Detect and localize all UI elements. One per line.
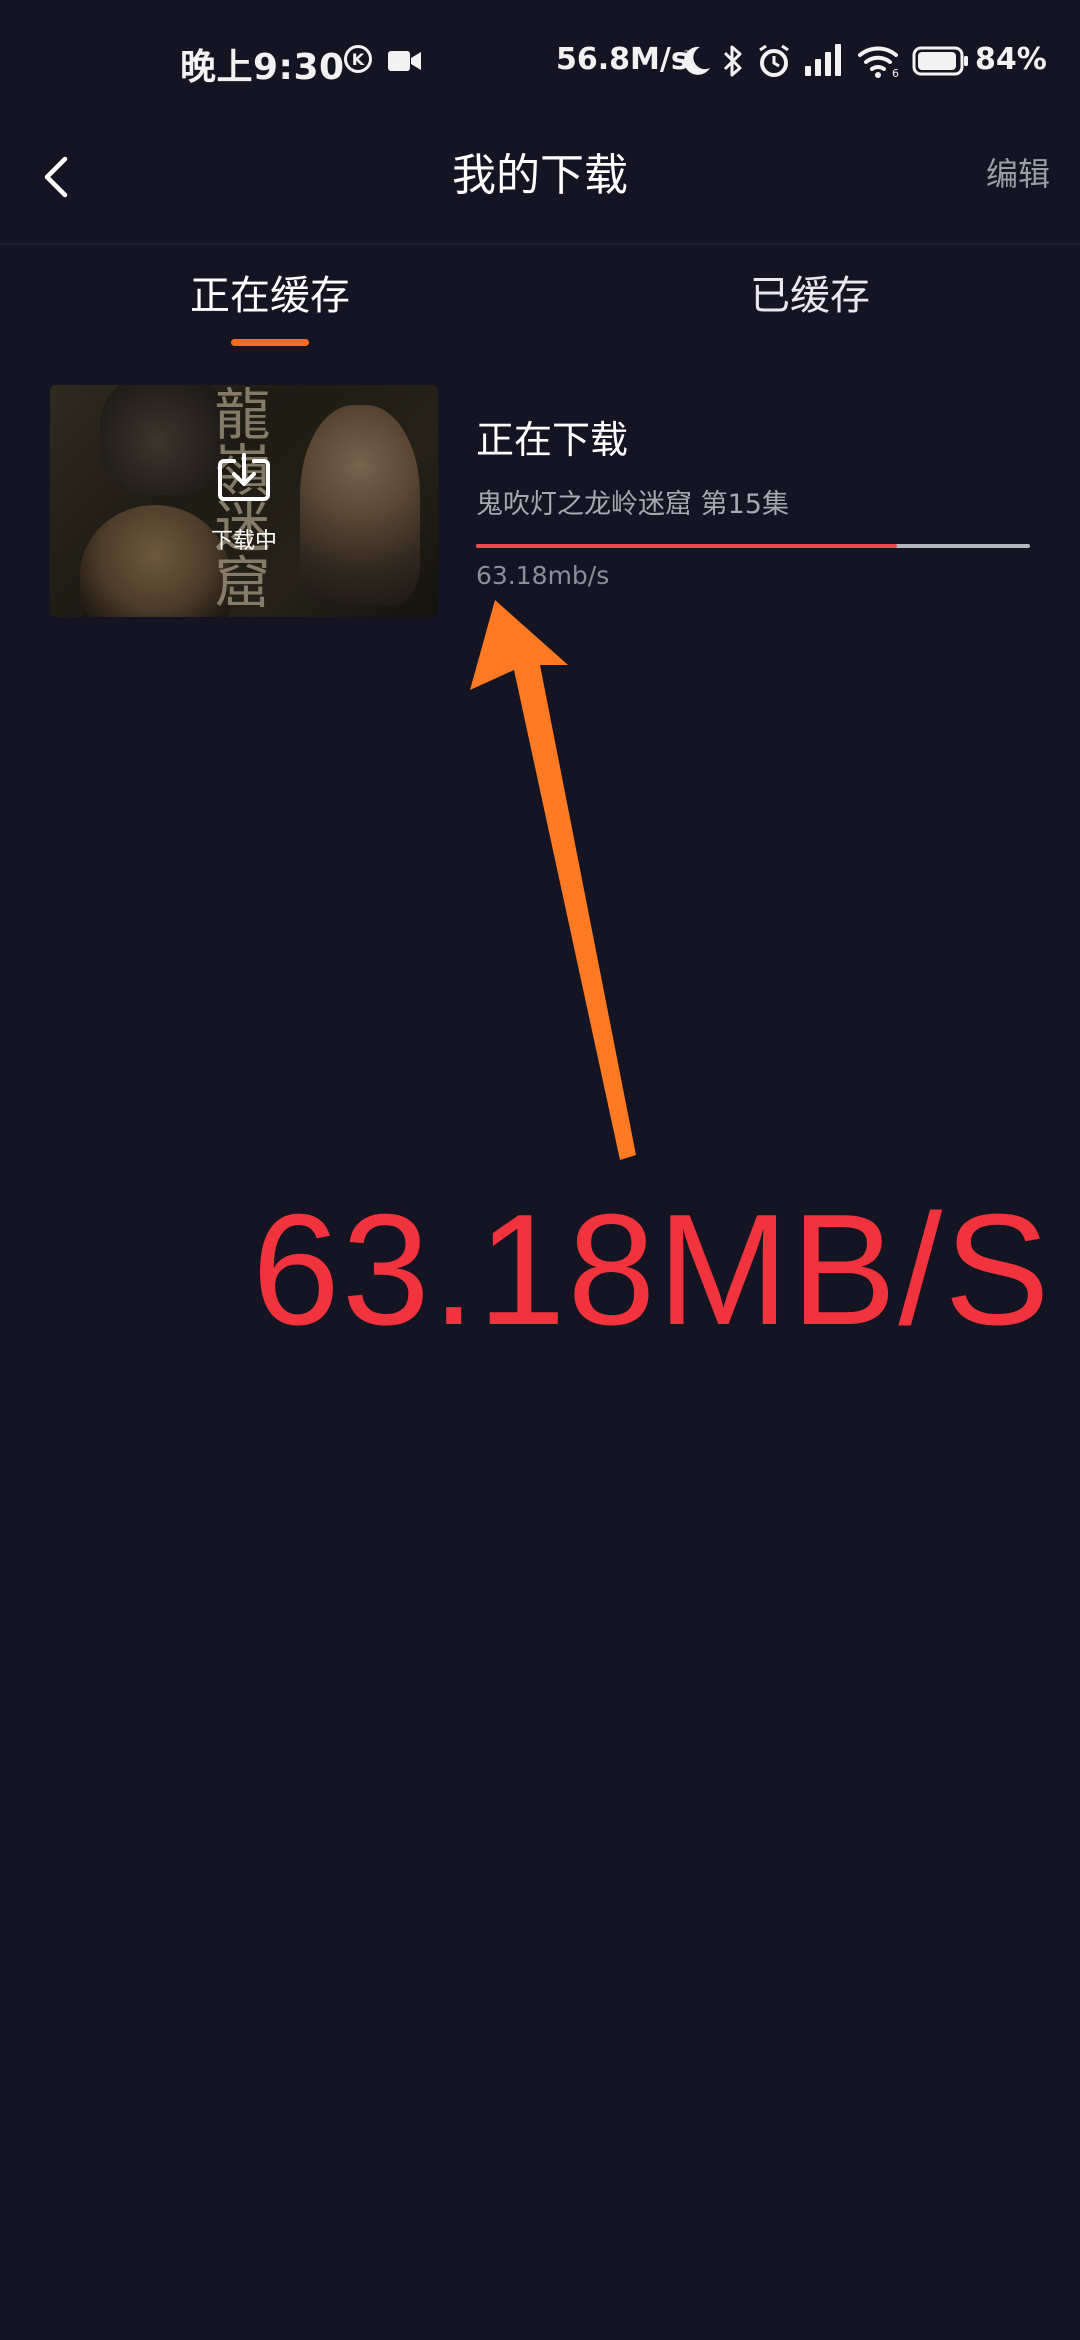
annotation-arrow (470, 600, 636, 1160)
annotation-speed-text: 63.18MB/S (252, 1182, 1052, 1358)
